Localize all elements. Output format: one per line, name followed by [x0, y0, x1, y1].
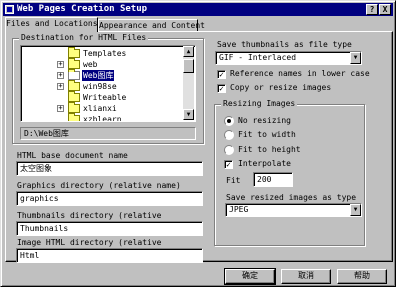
folder-icon — [68, 91, 80, 102]
graphics-dir-input[interactable]: graphics — [16, 191, 203, 206]
close-caption-button[interactable]: X — [379, 4, 391, 15]
scroll-up-icon[interactable]: ▲ — [183, 46, 194, 57]
image-html-dir-label: Image HTML directory (relative — [17, 238, 162, 247]
resizing-group: Resizing Images No resizing Fit to width… — [214, 99, 365, 246]
resizing-group-label: Resizing Images — [221, 99, 298, 109]
folder-icon — [68, 113, 80, 121]
cancel-button[interactable]: 取消 — [281, 269, 331, 284]
no-resizing-radio[interactable] — [224, 116, 234, 126]
save-type-select[interactable]: JPEG ▼ — [225, 203, 362, 217]
tab-panel: Destination for HTML Files Templates + w… — [5, 31, 393, 263]
fit-height-radio[interactable] — [224, 145, 234, 155]
interpolate-label: Interpolate — [238, 159, 291, 168]
graphics-dir-label: Graphics directory (relative name) — [17, 181, 181, 190]
save-type-label: Save resized images as type — [226, 193, 357, 202]
folder-icon — [68, 102, 80, 113]
fit-height-label: Fit to height — [238, 145, 301, 154]
fit-size-input[interactable]: 200 — [253, 172, 293, 187]
expand-icon[interactable]: + — [57, 83, 64, 90]
tree-item-label: xzblearn — [83, 115, 122, 122]
copy-resize-checkbox[interactable]: ✓ — [217, 84, 226, 93]
tab-files-and-locations[interactable]: Files and Locations — [5, 17, 98, 32]
scroll-thumb[interactable] — [183, 59, 194, 73]
folder-icon — [68, 58, 80, 69]
expand-icon[interactable]: + — [57, 105, 64, 112]
thumbs-dir-input[interactable]: Thumbnails — [16, 221, 203, 236]
fit-width-radio[interactable] — [224, 130, 234, 140]
tree-item-label: Writeable — [83, 93, 127, 102]
tree-item-label: Templates — [83, 49, 127, 58]
setup-dialog: Web Pages Creation Setup ? X Files and L… — [0, 0, 396, 287]
expand-icon[interactable]: + — [57, 72, 64, 79]
image-html-dir-input[interactable]: Html — [16, 248, 203, 263]
fit-label: Fit — [226, 176, 241, 185]
fit-size-value: 200 — [257, 175, 272, 184]
open-folder-icon — [68, 69, 80, 80]
destination-path: D:\Web图库 — [20, 127, 196, 140]
tree-item-label: xlianxi — [83, 104, 117, 113]
graphics-dir-value: graphics — [20, 194, 59, 203]
copy-resize-label: Copy or resize images — [230, 83, 332, 92]
folder-icon — [68, 80, 80, 91]
thumb-type-select[interactable]: GIF - Interlaced ▼ — [215, 51, 362, 65]
expand-icon[interactable]: + — [57, 61, 64, 68]
interpolate-checkbox[interactable]: ✓ — [224, 160, 233, 169]
save-type-value: JPEG — [229, 205, 249, 214]
app-icon — [5, 5, 14, 14]
chevron-down-icon[interactable]: ▼ — [350, 52, 361, 64]
reference-lower-checkbox[interactable]: ✓ — [217, 70, 226, 79]
thumb-type-value: GIF - Interlaced — [219, 53, 297, 62]
folder-icon — [68, 47, 80, 58]
destination-path-text: D:\Web图库 — [24, 129, 69, 138]
help-button[interactable]: 帮助 — [337, 269, 387, 284]
destination-group: Destination for HTML Files Templates + w… — [12, 33, 204, 144]
tree-scrollbar[interactable]: ▲ ▼ — [183, 46, 194, 120]
html-base-input[interactable]: 太空图象 — [16, 161, 203, 176]
help-caption-button[interactable]: ? — [366, 4, 378, 15]
tree-item-label: win98se — [83, 82, 117, 91]
fit-width-label: Fit to width — [238, 130, 296, 139]
title-bar[interactable]: Web Pages Creation Setup ? X — [3, 3, 393, 16]
html-base-value: 太空图象 — [20, 164, 52, 173]
tree-item-label: web — [83, 60, 98, 69]
chevron-down-icon[interactable]: ▼ — [350, 204, 361, 216]
destination-group-label: Destination for HTML Files — [19, 33, 149, 43]
thumb-type-label: Save thumbnails as file type — [217, 40, 352, 49]
ok-button[interactable]: 确定 — [224, 268, 276, 285]
thumbs-dir-value: Thumbnails — [20, 224, 69, 233]
image-html-dir-value: Html — [20, 251, 40, 260]
window-title: Web Pages Creation Setup — [17, 4, 148, 14]
html-base-label: HTML base document name — [17, 151, 128, 160]
no-resizing-label: No resizing — [238, 116, 291, 125]
scroll-down-icon[interactable]: ▼ — [183, 109, 194, 120]
folder-tree[interactable]: Templates + web + Web图库 + win98se Writea… — [20, 45, 196, 122]
tree-item-label: Web图库 — [82, 70, 115, 81]
thumbs-dir-label: Thumbnails directory (relative — [17, 211, 162, 220]
reference-lower-label: Reference names in lower case — [230, 69, 370, 78]
